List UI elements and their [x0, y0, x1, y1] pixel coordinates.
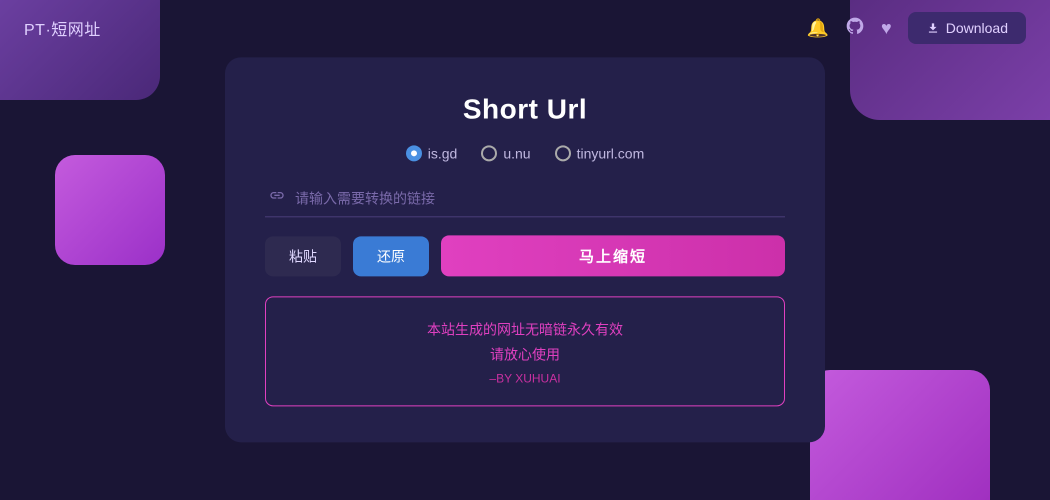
main-card: Short Url is.gd u.nu tinyurl.com 粘贴 还原 — [225, 57, 825, 442]
info-line-2: 请放心使用 — [286, 343, 764, 368]
radio-circle-isgd — [406, 145, 422, 161]
link-icon — [269, 187, 285, 208]
shorten-button[interactable]: 马上缩短 — [441, 235, 785, 276]
radio-label-tinyurl: tinyurl.com — [577, 145, 645, 161]
info-box: 本站生成的网址无暗链永久有效 请放心使用 –BY XUHUAI — [265, 296, 785, 406]
radio-isgd[interactable]: is.gd — [406, 145, 458, 161]
paste-button[interactable]: 粘贴 — [265, 236, 341, 276]
card-title: Short Url — [265, 93, 785, 125]
info-line-1: 本站生成的网址无暗链永久有效 — [286, 317, 764, 342]
radio-circle-unu — [481, 145, 497, 161]
url-input-row — [265, 179, 785, 217]
heart-icon[interactable]: ♥ — [881, 18, 892, 39]
info-line-3: –BY XUHUAI — [286, 372, 764, 386]
header-actions: 🔔 ♥ Download — [807, 12, 1026, 44]
radio-tinyurl[interactable]: tinyurl.com — [555, 145, 645, 161]
header: PT·短网址 🔔 ♥ Download — [0, 0, 1050, 56]
radio-group: is.gd u.nu tinyurl.com — [265, 145, 785, 161]
download-icon — [926, 21, 940, 35]
github-icon[interactable] — [845, 16, 865, 41]
bell-icon[interactable]: 🔔 — [807, 18, 829, 39]
radio-label-isgd: is.gd — [428, 145, 458, 161]
radio-circle-tinyurl — [555, 145, 571, 161]
restore-button[interactable]: 还原 — [353, 236, 429, 276]
radio-label-unu: u.nu — [503, 145, 530, 161]
url-input[interactable] — [295, 190, 781, 206]
logo: PT·短网址 — [24, 16, 101, 40]
download-button[interactable]: Download — [908, 12, 1026, 44]
radio-unu[interactable]: u.nu — [481, 145, 530, 161]
button-row: 粘贴 还原 马上缩短 — [265, 235, 785, 276]
blob-bottom-right — [810, 370, 990, 500]
blob-mid-left — [55, 155, 165, 265]
